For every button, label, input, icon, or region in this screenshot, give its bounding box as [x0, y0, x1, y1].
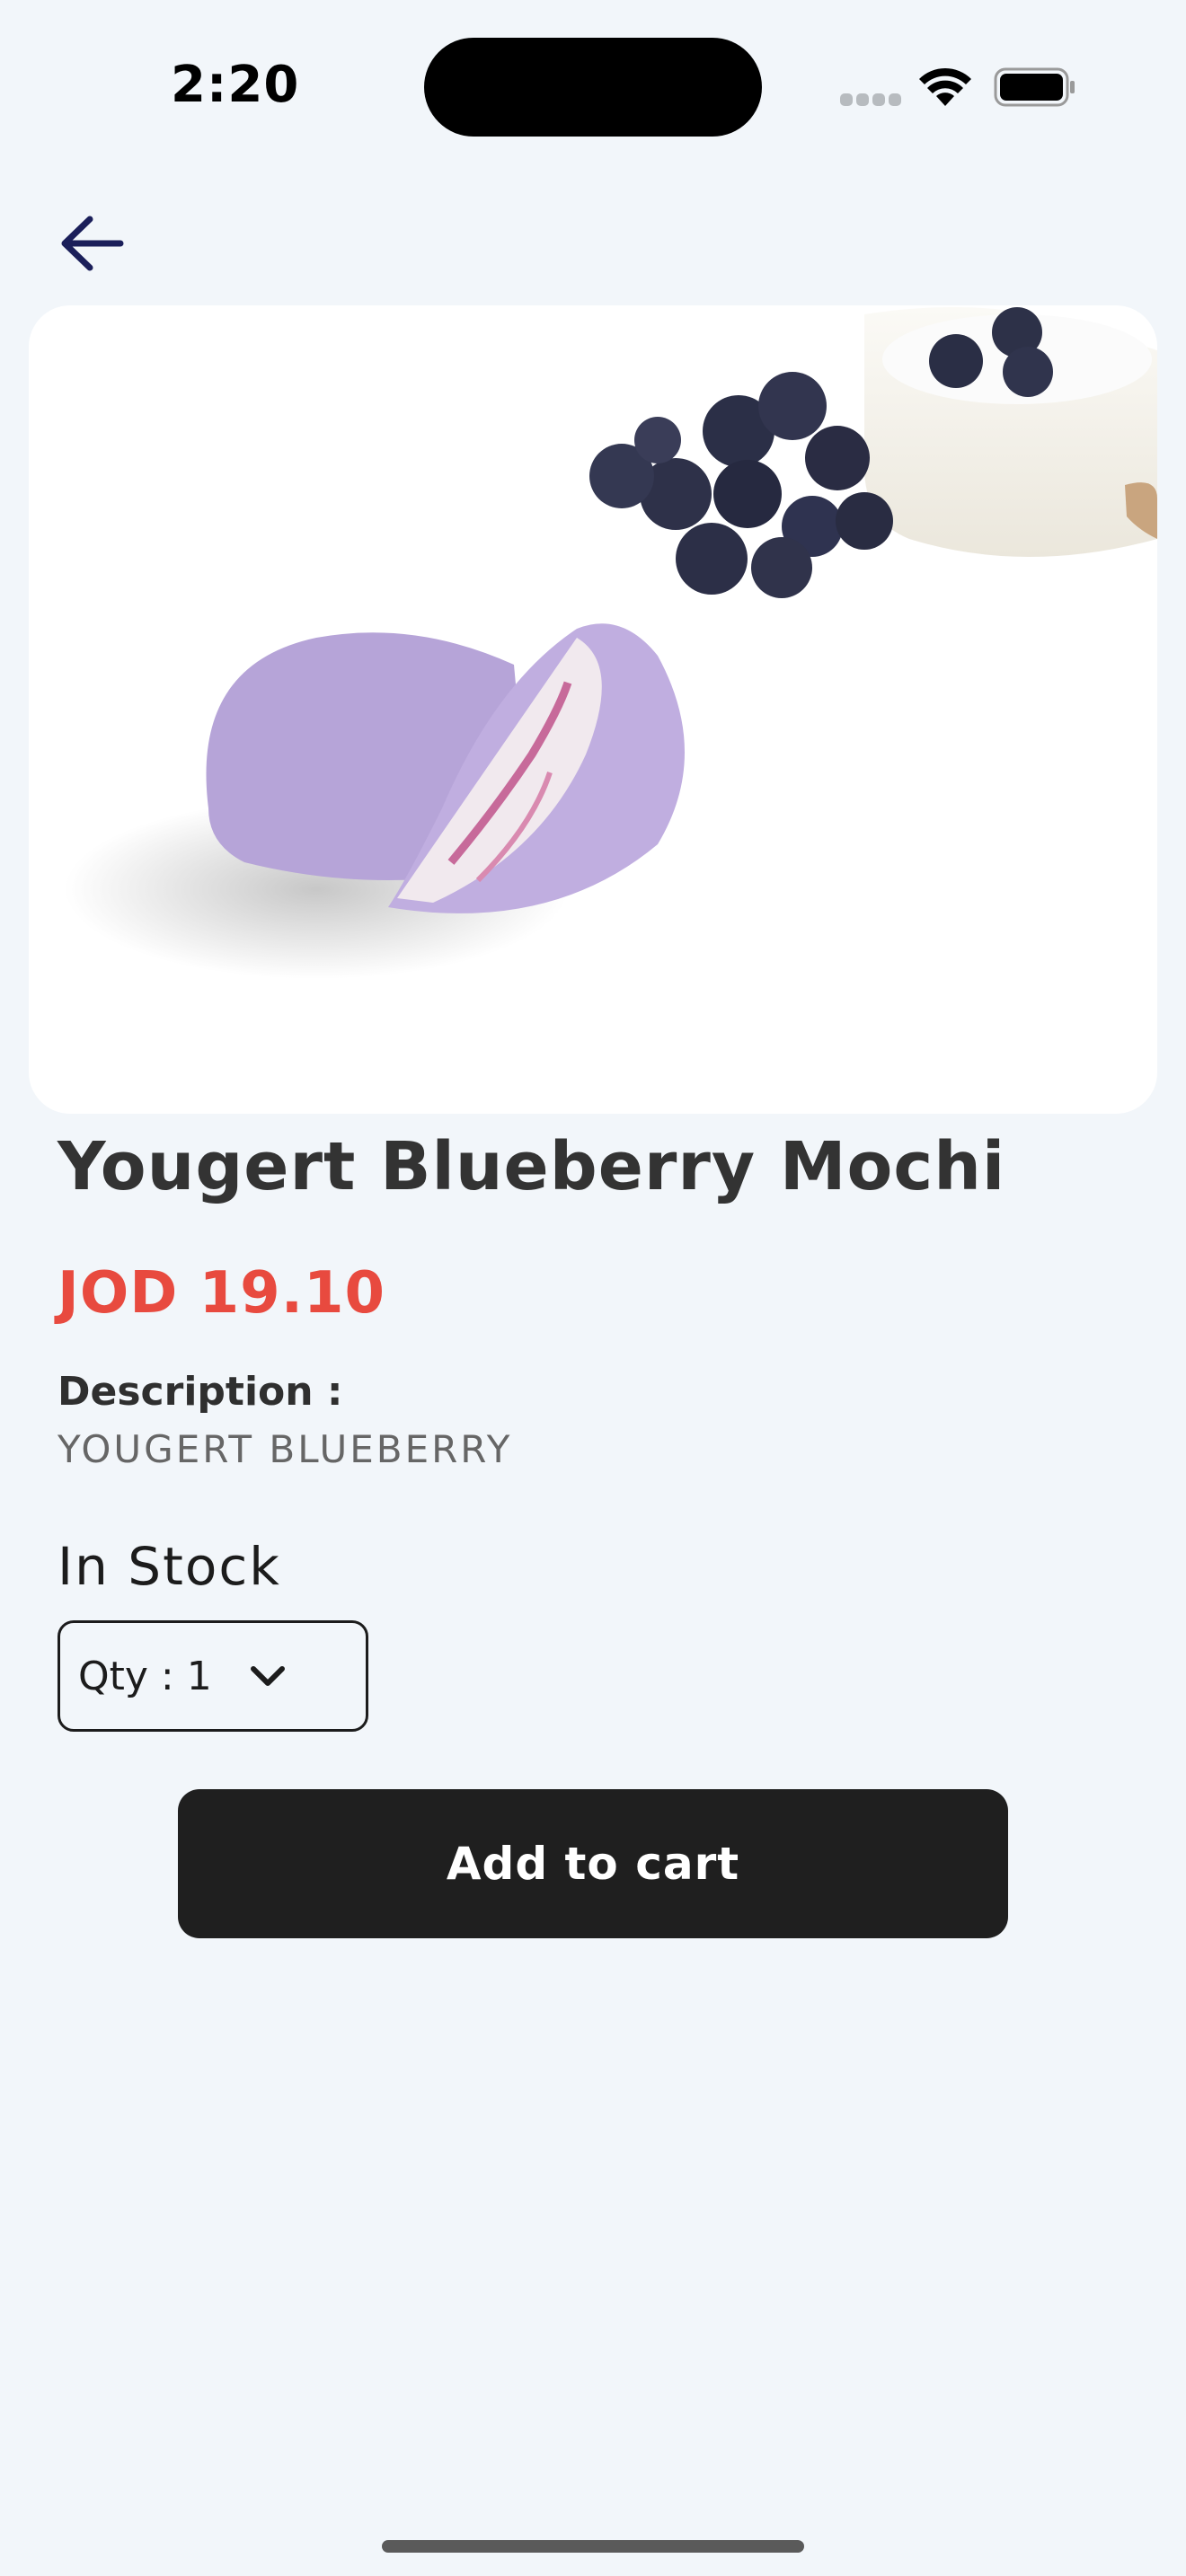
home-indicator[interactable]: [382, 2540, 804, 2553]
wifi-icon: [919, 67, 971, 106]
mochi-product-photo-icon: [65, 307, 1157, 979]
product-title: Yougert Blueberry Mochi: [58, 1128, 1006, 1205]
product-image: [29, 305, 1157, 1114]
cellular-signal-icon: [840, 93, 901, 108]
battery-icon: [994, 67, 1075, 107]
description-text: YOUGERT BLUEBERRY: [58, 1427, 513, 1471]
quantity-dropdown[interactable]: Qty : 1: [58, 1620, 368, 1732]
dynamic-island: [424, 38, 762, 137]
description-label: Description :: [58, 1369, 343, 1415]
status-time: 2:20: [171, 56, 300, 114]
status-bar: 2:20: [0, 0, 1186, 180]
add-to-cart-button[interactable]: Add to cart: [178, 1789, 1008, 1938]
stock-status: In Stock: [58, 1536, 281, 1597]
back-arrow-icon[interactable]: [54, 205, 131, 282]
chevron-down-icon: [250, 1666, 285, 1686]
product-price: JOD 19.10: [58, 1260, 386, 1327]
quantity-label: Qty : 1: [78, 1653, 212, 1699]
